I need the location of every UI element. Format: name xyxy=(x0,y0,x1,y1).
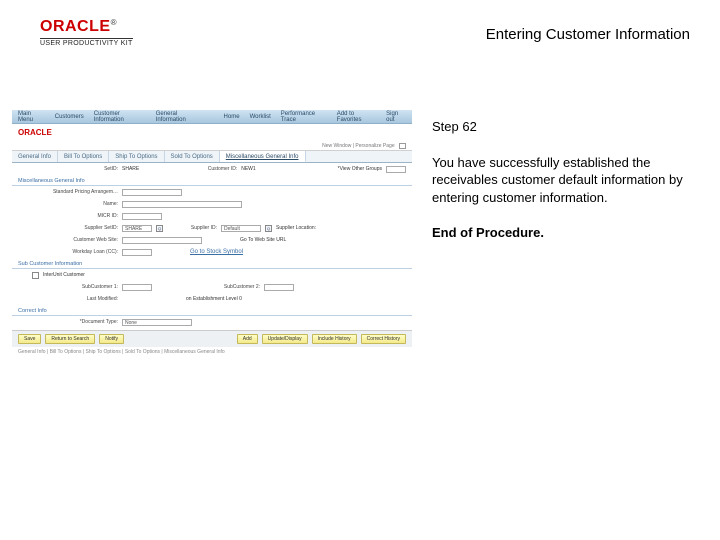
shot-footer-links: General Info | Bill To Options | Ship To… xyxy=(12,347,412,357)
section-subcust: Sub Customer Information xyxy=(12,260,412,269)
page-title: Entering Customer Information xyxy=(486,26,690,43)
btn-correct: Correct History xyxy=(361,334,406,344)
instruction-panel: Step 62 You have successfully establishe… xyxy=(432,110,700,370)
help-icon xyxy=(399,143,406,149)
app-screenshot: Main Menu Customers Customer Information… xyxy=(12,110,412,370)
new-window-link: New Window xyxy=(322,143,351,149)
lbl-setid: SetID: xyxy=(18,166,118,172)
shot-oracle-logo: ORACLE xyxy=(12,124,412,141)
inp-supid: Default xyxy=(221,225,261,232)
section-misc: Miscellaneous General Info xyxy=(12,177,412,186)
lbl-micr: MICR ID: xyxy=(18,213,118,219)
crumb: Customers xyxy=(55,114,84,120)
checkbox-icon xyxy=(32,272,39,279)
inp-sub1 xyxy=(122,284,152,291)
lbl-suploc: Supplier Location: xyxy=(276,225,316,231)
lbl-sub1: SubCustomer 1: xyxy=(18,284,118,290)
lbl-website: Customer Web Site: xyxy=(18,237,118,243)
val-custid: NEW1 xyxy=(241,166,255,172)
crumb: Customer Information xyxy=(94,111,146,123)
lbl-name: Name: xyxy=(18,201,118,207)
inp-pricing xyxy=(122,189,182,196)
subbrand: USER PRODUCTIVITY KIT xyxy=(40,38,133,47)
toplink: Sign out xyxy=(386,111,406,123)
end-of-procedure: End of Procedure. xyxy=(432,224,700,242)
lbl-estlevel: on Establishment Level 0 xyxy=(186,296,242,302)
btn-include: Include History xyxy=(312,334,357,344)
sel-doctype: None xyxy=(122,319,192,326)
brand-block: ORACLE® USER PRODUCTIVITY KIT xyxy=(40,18,133,47)
val-setid: SHARE xyxy=(122,166,139,172)
tab: General Info xyxy=(12,151,58,162)
oracle-logo: ORACLE xyxy=(40,18,111,35)
tab: Bill To Options xyxy=(58,151,109,162)
shot-userline: New Window | Personalize Page xyxy=(12,141,412,151)
inp-micr xyxy=(122,213,162,220)
lbl-custid: Customer ID: xyxy=(177,166,237,172)
btn-add: Add xyxy=(237,334,258,344)
lbl-sub2: SubCustomer 2: xyxy=(200,284,260,290)
toplink: Add to Favorites xyxy=(337,111,376,123)
personalize-link: Personalize Page xyxy=(355,143,394,149)
lookup-icon: Q xyxy=(156,225,163,232)
lbl-pricing: Standard Pricing Arrangem… xyxy=(18,189,118,195)
lbl-doctype: *Document Type: xyxy=(18,319,118,325)
shot-button-bar: Save Return to Search Notify Add Update/… xyxy=(12,330,412,347)
lbl-supid: Supplier ID: xyxy=(167,225,217,231)
lbl-lastmod: Last Modified: xyxy=(18,296,118,302)
step-body: You have successfully established the re… xyxy=(432,154,700,207)
link-stocksymbol: Go to Stock Symbol xyxy=(190,249,243,255)
btn-notify: Notify xyxy=(99,334,124,344)
crumb: General Information xyxy=(156,111,204,123)
tab: Ship To Options xyxy=(109,151,164,162)
shot-breadcrumb-bar: Main Menu Customers Customer Information… xyxy=(12,110,412,124)
btn-update: Update/Display xyxy=(262,334,308,344)
lbl-workday: Workday Loan (CC): xyxy=(18,249,118,255)
inp-name xyxy=(122,201,242,208)
inp-supsetid: SHARE xyxy=(122,225,152,232)
toplink: Home xyxy=(224,114,240,120)
tab-active: Miscellaneous General Info xyxy=(220,151,306,162)
lookup-icon: Q xyxy=(265,225,272,232)
step-label: Step 62 xyxy=(432,118,700,136)
lbl-supsetid: Supplier SetID: xyxy=(18,225,118,231)
toplink: Performance Trace xyxy=(281,111,327,123)
toplink: Worklist xyxy=(250,114,271,120)
lbl-gotourl: Go To Web Site URL xyxy=(240,237,286,243)
crumb: Main Menu xyxy=(18,111,45,123)
inp-viewother xyxy=(386,166,406,173)
btn-return: Return to Search xyxy=(45,334,95,344)
lbl-viewother: *View Other Groups xyxy=(338,166,382,172)
inp-website xyxy=(122,237,202,244)
inp-workday xyxy=(122,249,152,256)
section-correct: Correct Info xyxy=(12,307,412,316)
btn-save: Save xyxy=(18,334,41,344)
shot-tabs: General Info Bill To Options Ship To Opt… xyxy=(12,151,412,163)
tm-symbol: ® xyxy=(111,18,117,27)
lbl-interunit: InterUnit Customer xyxy=(43,272,85,278)
inp-sub2 xyxy=(264,284,294,291)
tab: Sold To Options xyxy=(165,151,220,162)
